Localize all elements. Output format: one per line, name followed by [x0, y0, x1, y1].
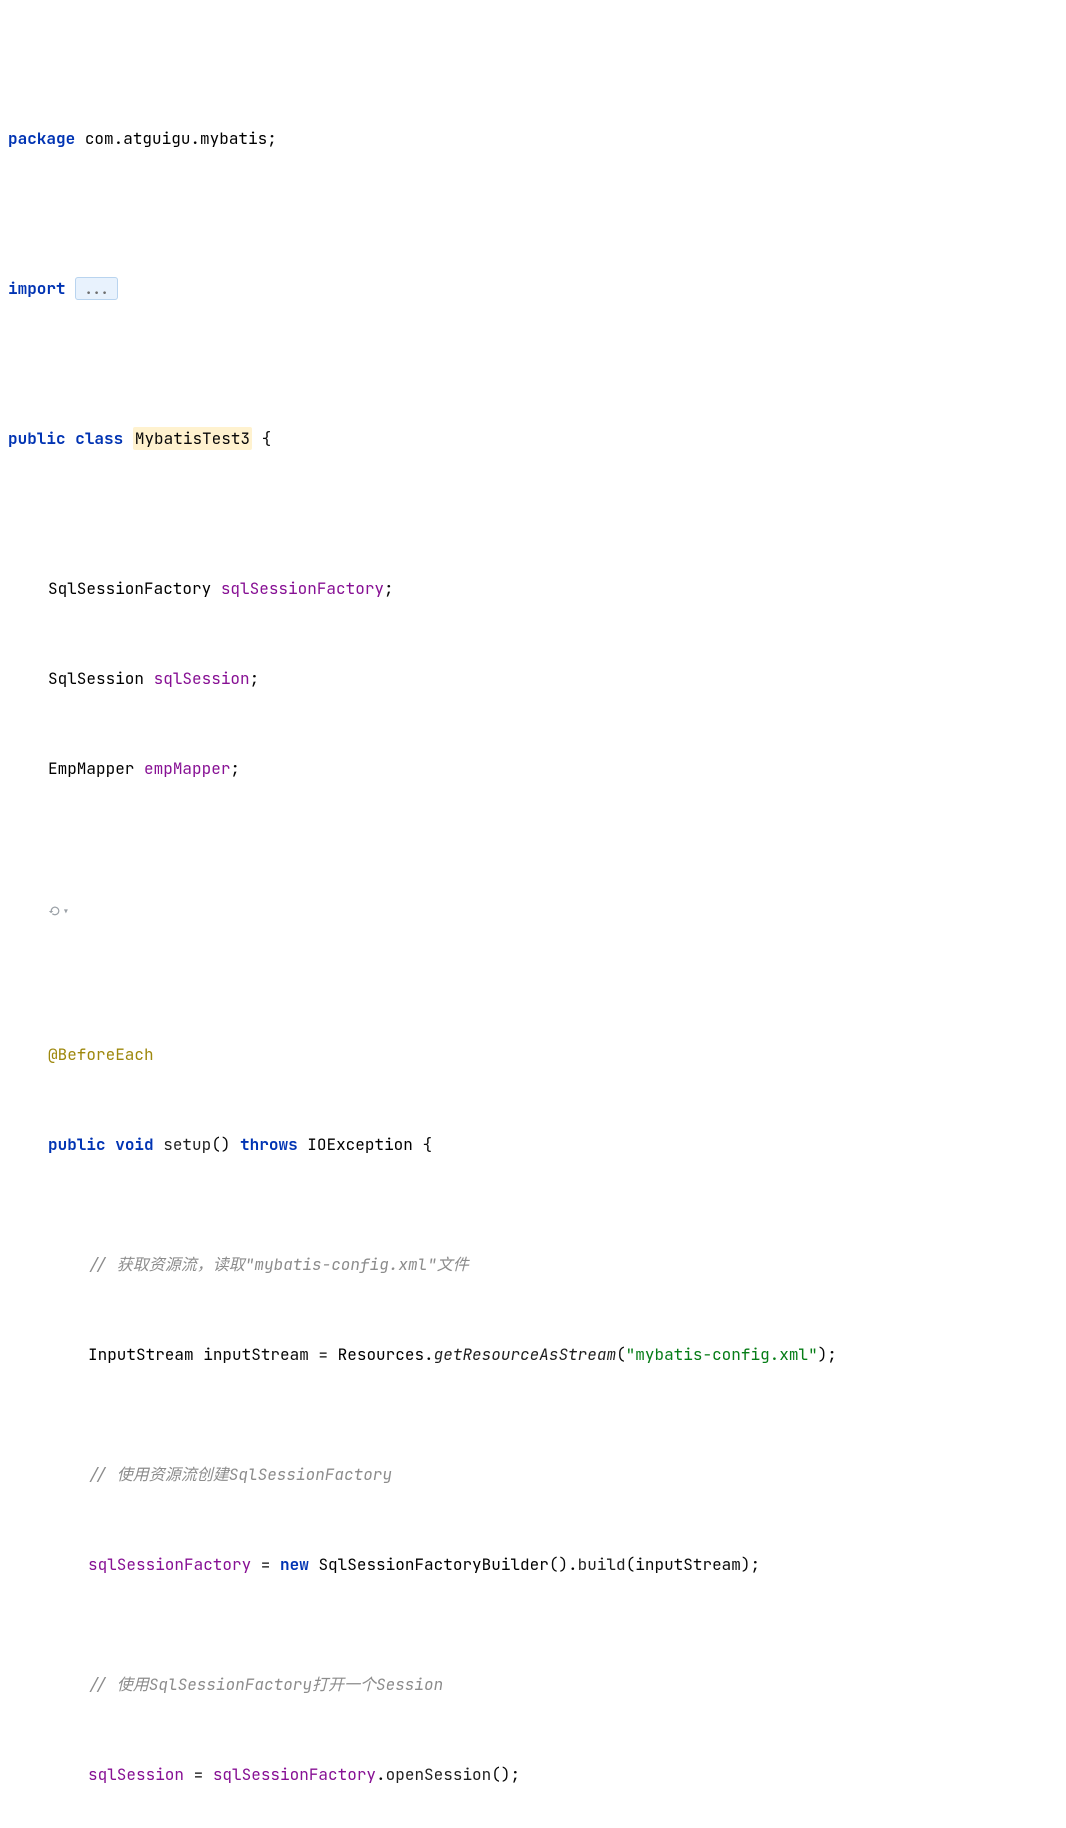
package-name: com.atguigu.mybatis	[85, 128, 267, 149]
line-class-decl: public class MybatisTest3 {	[8, 424, 1066, 454]
gutter-recursion-icon[interactable]: ▾	[8, 904, 1066, 920]
field-sqlSession: SqlSession sqlSession;	[8, 664, 1066, 694]
stmt-factory: sqlSessionFactory = new SqlSessionFactor…	[8, 1550, 1066, 1580]
comment: // 使用SqlSessionFactory打开一个Session	[8, 1670, 1066, 1700]
line-import: import ...	[8, 274, 1066, 304]
stmt-open-session: sqlSession = sqlSessionFactory.openSessi…	[8, 1760, 1066, 1790]
keyword-package: package	[8, 128, 75, 149]
class-name: MybatisTest3	[133, 427, 252, 450]
line-package: package com.atguigu.mybatis;	[8, 124, 1066, 154]
field-empMapper: EmpMapper empMapper;	[8, 754, 1066, 784]
field-sqlSessionFactory: SqlSessionFactory sqlSessionFactory;	[8, 574, 1066, 604]
annotation-before-each: @BeforeEach	[8, 1040, 1066, 1070]
fold-region[interactable]: ...	[75, 277, 118, 300]
stmt-inputstream: InputStream inputStream = Resources.getR…	[8, 1340, 1066, 1370]
comment: // 获取资源流，读取"mybatis-config.xml"文件	[8, 1250, 1066, 1280]
comment: // 使用资源流创建SqlSessionFactory	[8, 1460, 1066, 1490]
keyword-import: import	[8, 278, 66, 299]
method-setup-decl: public void setup() throws IOException {	[8, 1130, 1066, 1160]
code-editor[interactable]: package com.atguigu.mybatis; import ... …	[0, 0, 1066, 1828]
